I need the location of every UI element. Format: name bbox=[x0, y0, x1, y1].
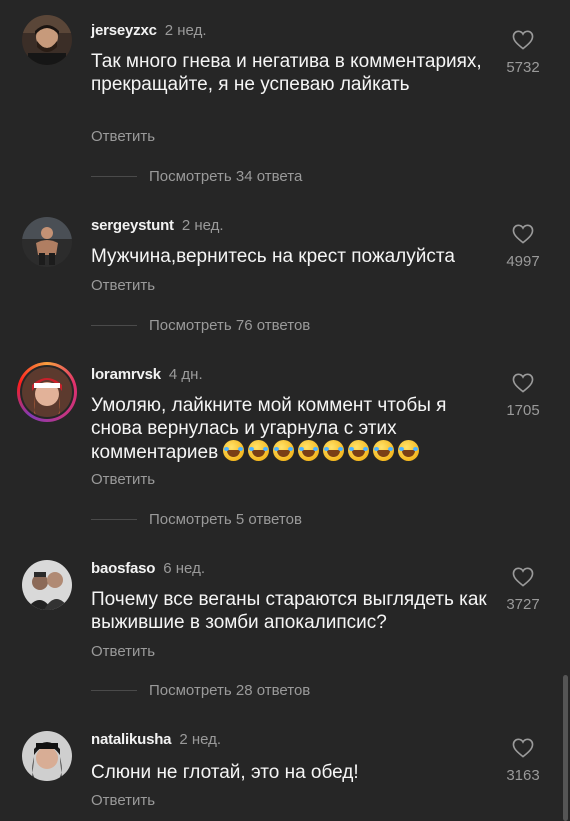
tears-of-joy-emoji-icon bbox=[273, 440, 295, 461]
avatar[interactable] bbox=[22, 560, 72, 610]
like-count: 5732 bbox=[506, 59, 540, 76]
divider-line bbox=[91, 324, 137, 326]
reply-button[interactable]: Ответить bbox=[91, 471, 155, 488]
timestamp: 6 нед. bbox=[163, 560, 205, 577]
heart-outline-icon[interactable] bbox=[512, 224, 534, 244]
reply-button[interactable]: Ответить bbox=[91, 643, 155, 660]
avatar[interactable] bbox=[22, 731, 72, 781]
divider-line bbox=[91, 689, 137, 691]
avatar[interactable] bbox=[22, 217, 72, 267]
like-button[interactable]: 4997 bbox=[500, 224, 546, 270]
heart-outline-icon[interactable] bbox=[512, 373, 534, 393]
view-replies-label[interactable]: Посмотреть 76 ответов bbox=[149, 317, 310, 334]
comment-text: Мужчина,вернитесь на крест пожалуйста bbox=[91, 246, 455, 267]
heart-outline-icon[interactable] bbox=[512, 738, 534, 758]
emoji-row bbox=[223, 440, 423, 467]
scrollbar[interactable] bbox=[563, 675, 568, 821]
like-button[interactable]: 1705 bbox=[500, 373, 546, 419]
avatar-ring-gap bbox=[20, 365, 74, 419]
username[interactable]: baosfaso bbox=[91, 560, 155, 577]
view-replies[interactable]: Посмотреть 5 ответов bbox=[91, 509, 302, 529]
heart-outline-icon[interactable] bbox=[512, 30, 534, 50]
tears-of-joy-emoji-icon bbox=[298, 440, 320, 461]
comment-text: Так много гнева и негатива в комментария… bbox=[91, 51, 482, 95]
timestamp: 2 нед. bbox=[164, 22, 207, 39]
like-count: 4997 bbox=[506, 253, 540, 270]
username[interactable]: jerseyzxc bbox=[91, 22, 157, 39]
comment-header: sergeystunt 2 нед. bbox=[91, 217, 224, 234]
avatar bbox=[22, 367, 72, 417]
reply-button[interactable]: Ответить bbox=[91, 128, 155, 145]
timestamp: 4 дн. bbox=[168, 366, 203, 383]
comment-header: natalikusha 2 нед. bbox=[91, 731, 221, 748]
like-button[interactable]: 3163 bbox=[500, 738, 546, 784]
comment-header: jerseyzxc 2 нед. bbox=[91, 22, 207, 39]
username[interactable]: sergeystunt bbox=[91, 217, 174, 234]
tears-of-joy-emoji-icon bbox=[323, 440, 345, 461]
reply-button[interactable]: Ответить bbox=[91, 277, 155, 294]
view-replies[interactable]: Посмотреть 76 ответов bbox=[91, 315, 310, 335]
tears-of-joy-emoji-icon bbox=[223, 440, 245, 461]
comment-header: loramrvsk 4 дн. bbox=[91, 366, 203, 383]
like-count: 3163 bbox=[506, 767, 540, 784]
comment-text: Умоляю, лайкните мой коммент чтобы я сно… bbox=[91, 394, 451, 467]
heart-outline-icon[interactable] bbox=[512, 567, 534, 587]
comment-text: Почему все веганы стараются выглядеть ка… bbox=[91, 589, 487, 633]
tears-of-joy-emoji-icon bbox=[248, 440, 270, 461]
timestamp: 2 нед. bbox=[181, 217, 224, 234]
username[interactable]: natalikusha bbox=[91, 731, 172, 748]
divider-line bbox=[91, 518, 137, 520]
avatar[interactable] bbox=[22, 15, 72, 65]
tears-of-joy-emoji-icon bbox=[398, 440, 420, 461]
view-replies-label[interactable]: Посмотреть 28 ответов bbox=[149, 682, 310, 699]
view-replies-label[interactable]: Посмотреть 34 ответа bbox=[149, 168, 302, 185]
tears-of-joy-emoji-icon bbox=[348, 440, 370, 461]
like-button[interactable]: 5732 bbox=[500, 30, 546, 76]
view-replies[interactable]: Посмотреть 28 ответов bbox=[91, 680, 310, 700]
avatar-story-ring[interactable] bbox=[17, 362, 77, 422]
divider-line bbox=[91, 175, 137, 177]
timestamp: 2 нед. bbox=[179, 731, 222, 748]
username[interactable]: loramrvsk bbox=[91, 366, 161, 383]
view-replies[interactable]: Посмотреть 34 ответа bbox=[91, 166, 302, 186]
like-count: 1705 bbox=[506, 402, 540, 419]
comment-header: baosfaso 6 нед. bbox=[91, 560, 205, 577]
view-replies-label[interactable]: Посмотреть 5 ответов bbox=[149, 511, 302, 528]
tears-of-joy-emoji-icon bbox=[373, 440, 395, 461]
reply-button[interactable]: Ответить bbox=[91, 792, 155, 809]
comment-text: Слюни не глотай, это на обед! bbox=[91, 762, 359, 783]
like-button[interactable]: 3727 bbox=[500, 567, 546, 613]
like-count: 3727 bbox=[506, 596, 540, 613]
